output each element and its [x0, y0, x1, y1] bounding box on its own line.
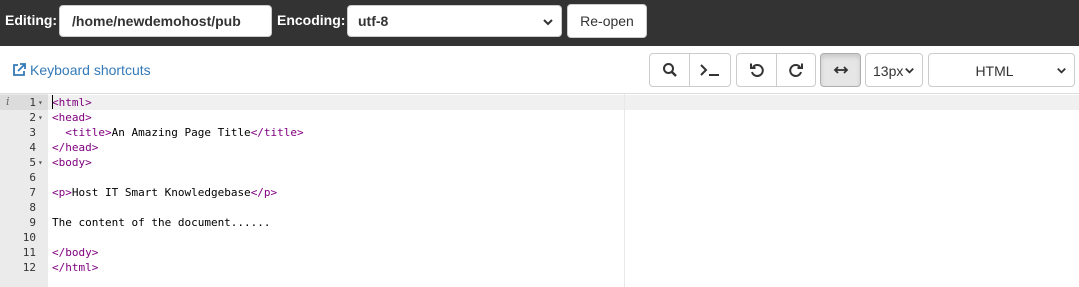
language-mode-select[interactable]: HTML	[928, 53, 1075, 87]
line-number: 10	[22, 231, 36, 244]
word-wrap-toggle[interactable]	[820, 53, 861, 87]
code-line[interactable]: 6	[0, 170, 1079, 185]
chevron-down-icon	[905, 67, 914, 74]
font-size-value: 13px	[873, 63, 904, 79]
html-tag-token: <head>	[52, 111, 92, 124]
encoding-label: Encoding:	[277, 12, 346, 28]
fold-toggle-icon[interactable]: ▾	[38, 155, 43, 170]
terminal-icon	[700, 64, 719, 76]
html-tag-token: <body>	[52, 156, 92, 169]
line-number: 7	[29, 186, 36, 199]
code-line[interactable]: 10	[0, 230, 1079, 245]
html-tag-token: </html>	[52, 261, 99, 274]
line-number: 11	[22, 246, 36, 259]
code-text: The content of the document......	[52, 215, 271, 230]
keyboard-shortcuts-label: Keyboard shortcuts	[30, 62, 151, 78]
code-text: <title>An Amazing Page Title</title>	[52, 125, 304, 140]
line-number: 1	[29, 96, 36, 109]
line-number: 5	[29, 156, 36, 169]
editing-label: Editing:	[5, 12, 58, 28]
editor-topbar: Editing: /home/newdemohost/pub Encoding:…	[0, 0, 1079, 46]
code-text: <body>	[52, 155, 92, 170]
encoding-value: utf-8	[358, 13, 389, 29]
text-token: The content of the document......	[52, 216, 271, 229]
font-size-select[interactable]: 13px	[865, 53, 923, 87]
html-tag-token: <html>	[52, 96, 92, 109]
code-text: <head>	[52, 110, 92, 125]
fold-toggle-icon[interactable]: ▾	[38, 95, 43, 110]
code-line[interactable]: 4 </head>	[0, 140, 1079, 155]
code-editor[interactable]: i 1 ▾ <html> 2 ▾ <head> 3 <title>An Amazing Pa…	[0, 93, 1079, 287]
line-number: 6	[29, 171, 36, 184]
code-line[interactable]: 11 </body>	[0, 245, 1079, 260]
code-line[interactable]: 2 ▾ <head>	[0, 110, 1079, 125]
line-number: 8	[29, 201, 36, 214]
code-line[interactable]: 3 <title>An Amazing Page Title</title>	[0, 125, 1079, 140]
search-icon	[662, 63, 677, 77]
code-text: </html>	[52, 260, 98, 275]
html-tag-token: </title>	[250, 126, 304, 139]
code-text: <html>	[52, 95, 92, 110]
line-number: 4	[29, 141, 36, 154]
chevron-down-icon	[543, 19, 553, 26]
html-tag-token: </p>	[250, 186, 278, 199]
line-number: 12	[22, 261, 36, 274]
code-line[interactable]: 5 ▾ <body>	[0, 155, 1079, 170]
line-number: 3	[29, 126, 36, 139]
code-line[interactable]: 1 ▾ <html>	[0, 95, 1079, 110]
goto-line-button[interactable]	[689, 53, 731, 87]
language-mode-value: HTML	[975, 63, 1014, 79]
undo-icon	[749, 63, 764, 77]
text-token: Host IT Smart Knowledgebase	[71, 186, 251, 199]
redo-icon	[789, 63, 803, 77]
fold-toggle-icon[interactable]: ▾	[38, 110, 43, 125]
keyboard-shortcuts-link[interactable]: Keyboard shortcuts	[12, 62, 151, 78]
code-line[interactable]: 7 <p>Host IT Smart Knowledgebase</p>	[0, 185, 1079, 200]
search-button[interactable]	[649, 53, 690, 87]
html-tag-token: <p>	[52, 186, 72, 199]
html-tag-token: </head>	[52, 141, 99, 154]
line-number: 2	[29, 111, 36, 124]
text-cursor	[52, 95, 53, 109]
html-tag-token: <title>	[65, 126, 112, 139]
code-text: <p>Host IT Smart Knowledgebase</p>	[52, 185, 277, 200]
code-text: </body>	[52, 245, 98, 260]
code-text: </head>	[52, 140, 98, 155]
reopen-button[interactable]: Re-open	[567, 4, 647, 38]
external-link-icon	[13, 63, 26, 76]
redo-button[interactable]	[776, 53, 816, 87]
wrap-arrows-icon	[833, 66, 848, 74]
chevron-down-icon	[1057, 67, 1066, 74]
code-line[interactable]: 9 The content of the document......	[0, 215, 1079, 230]
code-line[interactable]: 8	[0, 200, 1079, 215]
text-token: An Amazing Page Title	[111, 126, 251, 139]
line-number: 9	[29, 216, 36, 229]
undo-button[interactable]	[736, 53, 777, 87]
code-line[interactable]: 12 </html>	[0, 260, 1079, 275]
encoding-select[interactable]: utf-8	[347, 5, 562, 37]
file-path-field[interactable]: /home/newdemohost/pub	[59, 5, 272, 37]
html-tag-token: </body>	[52, 246, 99, 259]
